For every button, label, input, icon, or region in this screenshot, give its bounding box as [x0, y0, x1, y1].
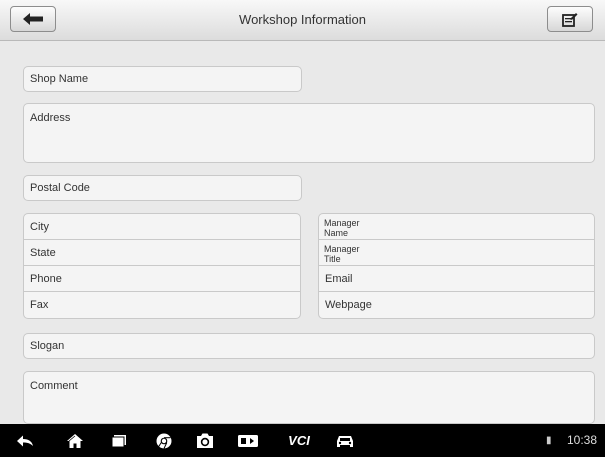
- workshop-form: Shop Name Address Postal Code City State…: [0, 41, 605, 424]
- manager-title-label-line1: Manager: [324, 244, 360, 254]
- system-nav-bar: VCI ▮ 10:38: [0, 424, 605, 457]
- slogan-label: Slogan: [30, 340, 65, 352]
- email-field[interactable]: Email: [318, 265, 595, 292]
- state-label: State: [30, 246, 56, 259]
- shop-name-label: Shop Name: [30, 73, 89, 85]
- vci-label: VCI: [288, 433, 310, 448]
- recent-apps-icon[interactable]: [108, 424, 130, 457]
- postal-code-label: Postal Code: [30, 182, 90, 194]
- webpage-label: Webpage: [325, 299, 372, 311]
- clock: 10:38: [566, 433, 597, 447]
- fax-field[interactable]: Fax: [23, 291, 301, 319]
- back-button[interactable]: [10, 6, 56, 32]
- city-label: City: [30, 220, 49, 233]
- page-title: Workshop Information: [239, 12, 366, 27]
- back-icon[interactable]: [14, 424, 36, 457]
- city-field[interactable]: City: [23, 213, 301, 240]
- manager-title-field[interactable]: Manager Title: [318, 239, 595, 266]
- manager-title-label-line2: Title: [324, 254, 341, 264]
- manager-name-label-line2: Name: [324, 228, 349, 238]
- signal-icon: ▮: [546, 435, 552, 446]
- fax-label: Fax: [30, 299, 49, 311]
- manager-name-field[interactable]: Manager Name: [318, 213, 595, 240]
- phone-field[interactable]: Phone: [23, 265, 301, 292]
- camera-icon[interactable]: [194, 424, 216, 457]
- email-label: Email: [325, 272, 353, 285]
- car-icon[interactable]: [333, 424, 357, 457]
- comment-field[interactable]: Comment: [23, 371, 595, 424]
- webpage-field[interactable]: Webpage: [318, 291, 595, 319]
- chrome-icon[interactable]: [153, 424, 175, 457]
- comment-label: Comment: [30, 380, 78, 392]
- back-arrow-icon: [23, 13, 43, 25]
- edit-icon: [562, 12, 578, 27]
- shop-name-field[interactable]: Shop Name: [23, 66, 302, 92]
- address-label: Address: [30, 112, 71, 124]
- home-icon[interactable]: [64, 424, 86, 457]
- display-icon[interactable]: [236, 424, 260, 457]
- state-field[interactable]: State: [23, 239, 301, 266]
- phone-label: Phone: [30, 272, 62, 285]
- edit-button[interactable]: [547, 6, 593, 32]
- title-bar: Workshop Information: [0, 0, 605, 41]
- vci-icon[interactable]: VCI: [284, 424, 314, 457]
- slogan-field[interactable]: Slogan: [23, 333, 595, 359]
- address-field[interactable]: Address: [23, 103, 595, 163]
- manager-name-label-line1: Manager: [324, 218, 360, 228]
- postal-code-field[interactable]: Postal Code: [23, 175, 302, 201]
